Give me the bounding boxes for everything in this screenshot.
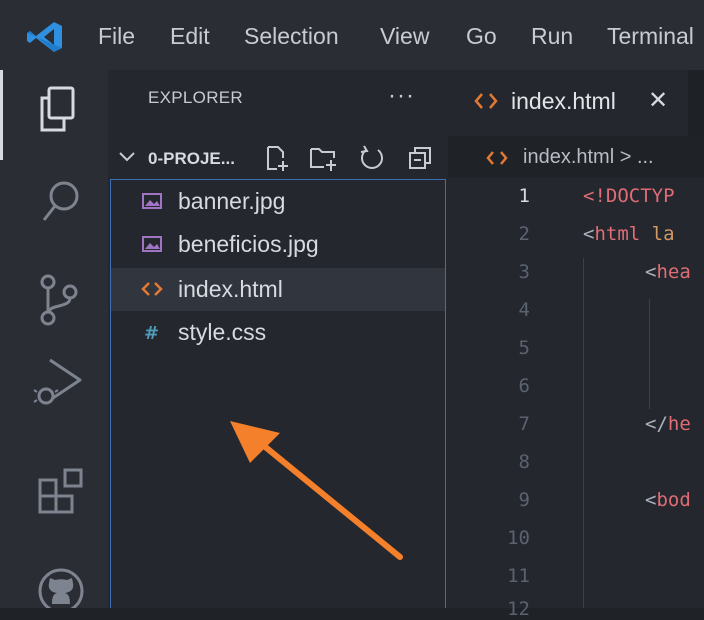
menu-run[interactable]: Run <box>531 18 573 54</box>
line-number: 3 <box>518 261 530 283</box>
close-icon[interactable]: ✕ <box>648 86 668 115</box>
file-name: index.html <box>178 276 283 302</box>
github-icon[interactable] <box>36 566 86 608</box>
menu-selection[interactable]: Selection <box>244 18 339 54</box>
svg-text:#: # <box>144 323 159 342</box>
code-line-1: <!DOCTYP <box>583 185 675 207</box>
code-tag: hea <box>656 261 691 283</box>
tab-label[interactable]: index.html <box>511 88 616 115</box>
html-file-icon <box>474 93 498 109</box>
line-number: 1 <box>518 185 530 207</box>
line-number: 7 <box>518 413 530 435</box>
file-name: banner.jpg <box>178 188 286 214</box>
line-number: 8 <box>518 451 530 473</box>
menu-view[interactable]: View <box>380 18 429 54</box>
code-bracket: < <box>583 223 595 245</box>
explorer-title: EXPLORER <box>148 88 243 107</box>
line-number: 10 <box>507 527 530 549</box>
code-bracket: </ <box>645 413 668 435</box>
indent-guide <box>649 299 650 409</box>
menu-edit[interactable]: Edit <box>170 18 210 54</box>
line-number: 2 <box>518 223 530 245</box>
file-name: style.css <box>178 319 267 345</box>
image-file-icon <box>142 193 162 209</box>
html-file-icon <box>141 282 163 296</box>
menu-go[interactable]: Go <box>466 18 497 54</box>
file-item-beneficios[interactable]: beneficios.jpg <box>111 223 445 266</box>
line-number: 6 <box>518 375 530 397</box>
code-line-9: <bod <box>645 489 691 511</box>
line-number: 4 <box>518 299 530 321</box>
source-control-icon[interactable] <box>38 272 82 328</box>
new-folder-icon[interactable] <box>308 144 338 172</box>
menu-file[interactable]: File <box>98 18 135 54</box>
file-name: beneficios.jpg <box>178 231 319 257</box>
css-file-icon: # <box>144 323 159 342</box>
extensions-icon[interactable] <box>36 466 88 520</box>
code-line-3: <hea <box>645 261 691 283</box>
explorer-files-icon[interactable] <box>36 84 84 136</box>
line-number: 12 <box>507 598 530 620</box>
run-debug-icon[interactable] <box>32 352 86 408</box>
line-number: 9 <box>518 489 530 511</box>
html-file-icon <box>486 151 508 165</box>
search-icon[interactable] <box>38 178 84 228</box>
code-tag: bod <box>656 489 691 511</box>
code-bracket: < <box>645 489 657 511</box>
more-actions-icon[interactable]: ··· <box>388 82 415 110</box>
new-file-icon[interactable] <box>264 144 290 172</box>
image-file-icon <box>142 236 162 252</box>
chevron-down-icon[interactable] <box>118 148 136 166</box>
vscode-logo-icon <box>27 22 62 52</box>
code-tag: he <box>667 413 691 435</box>
file-item-index-html[interactable]: index.html <box>111 268 445 311</box>
collapse-all-icon[interactable] <box>406 144 434 172</box>
annotation-arrow-icon <box>230 421 403 560</box>
indent-guide <box>583 258 584 608</box>
workspace-folder-name[interactable]: 0-PROJE... <box>148 149 235 169</box>
refresh-icon[interactable] <box>358 144 386 172</box>
line-number: 5 <box>518 337 530 359</box>
file-item-banner[interactable]: banner.jpg <box>111 180 445 223</box>
code-bracket: < <box>645 261 657 283</box>
activity-bar <box>0 70 108 608</box>
file-item-style-css[interactable]: # style.css <box>111 311 445 354</box>
code-line-2: <html la <box>583 223 675 245</box>
breadcrumb[interactable]: index.html > ... <box>523 146 654 169</box>
code-attr: la <box>640 223 675 245</box>
code-tag: html <box>594 223 641 245</box>
menu-terminal[interactable]: Terminal <box>607 18 694 54</box>
active-view-indicator <box>0 70 3 160</box>
line-number: 11 <box>507 565 530 587</box>
code-line-7: </he <box>645 413 691 435</box>
